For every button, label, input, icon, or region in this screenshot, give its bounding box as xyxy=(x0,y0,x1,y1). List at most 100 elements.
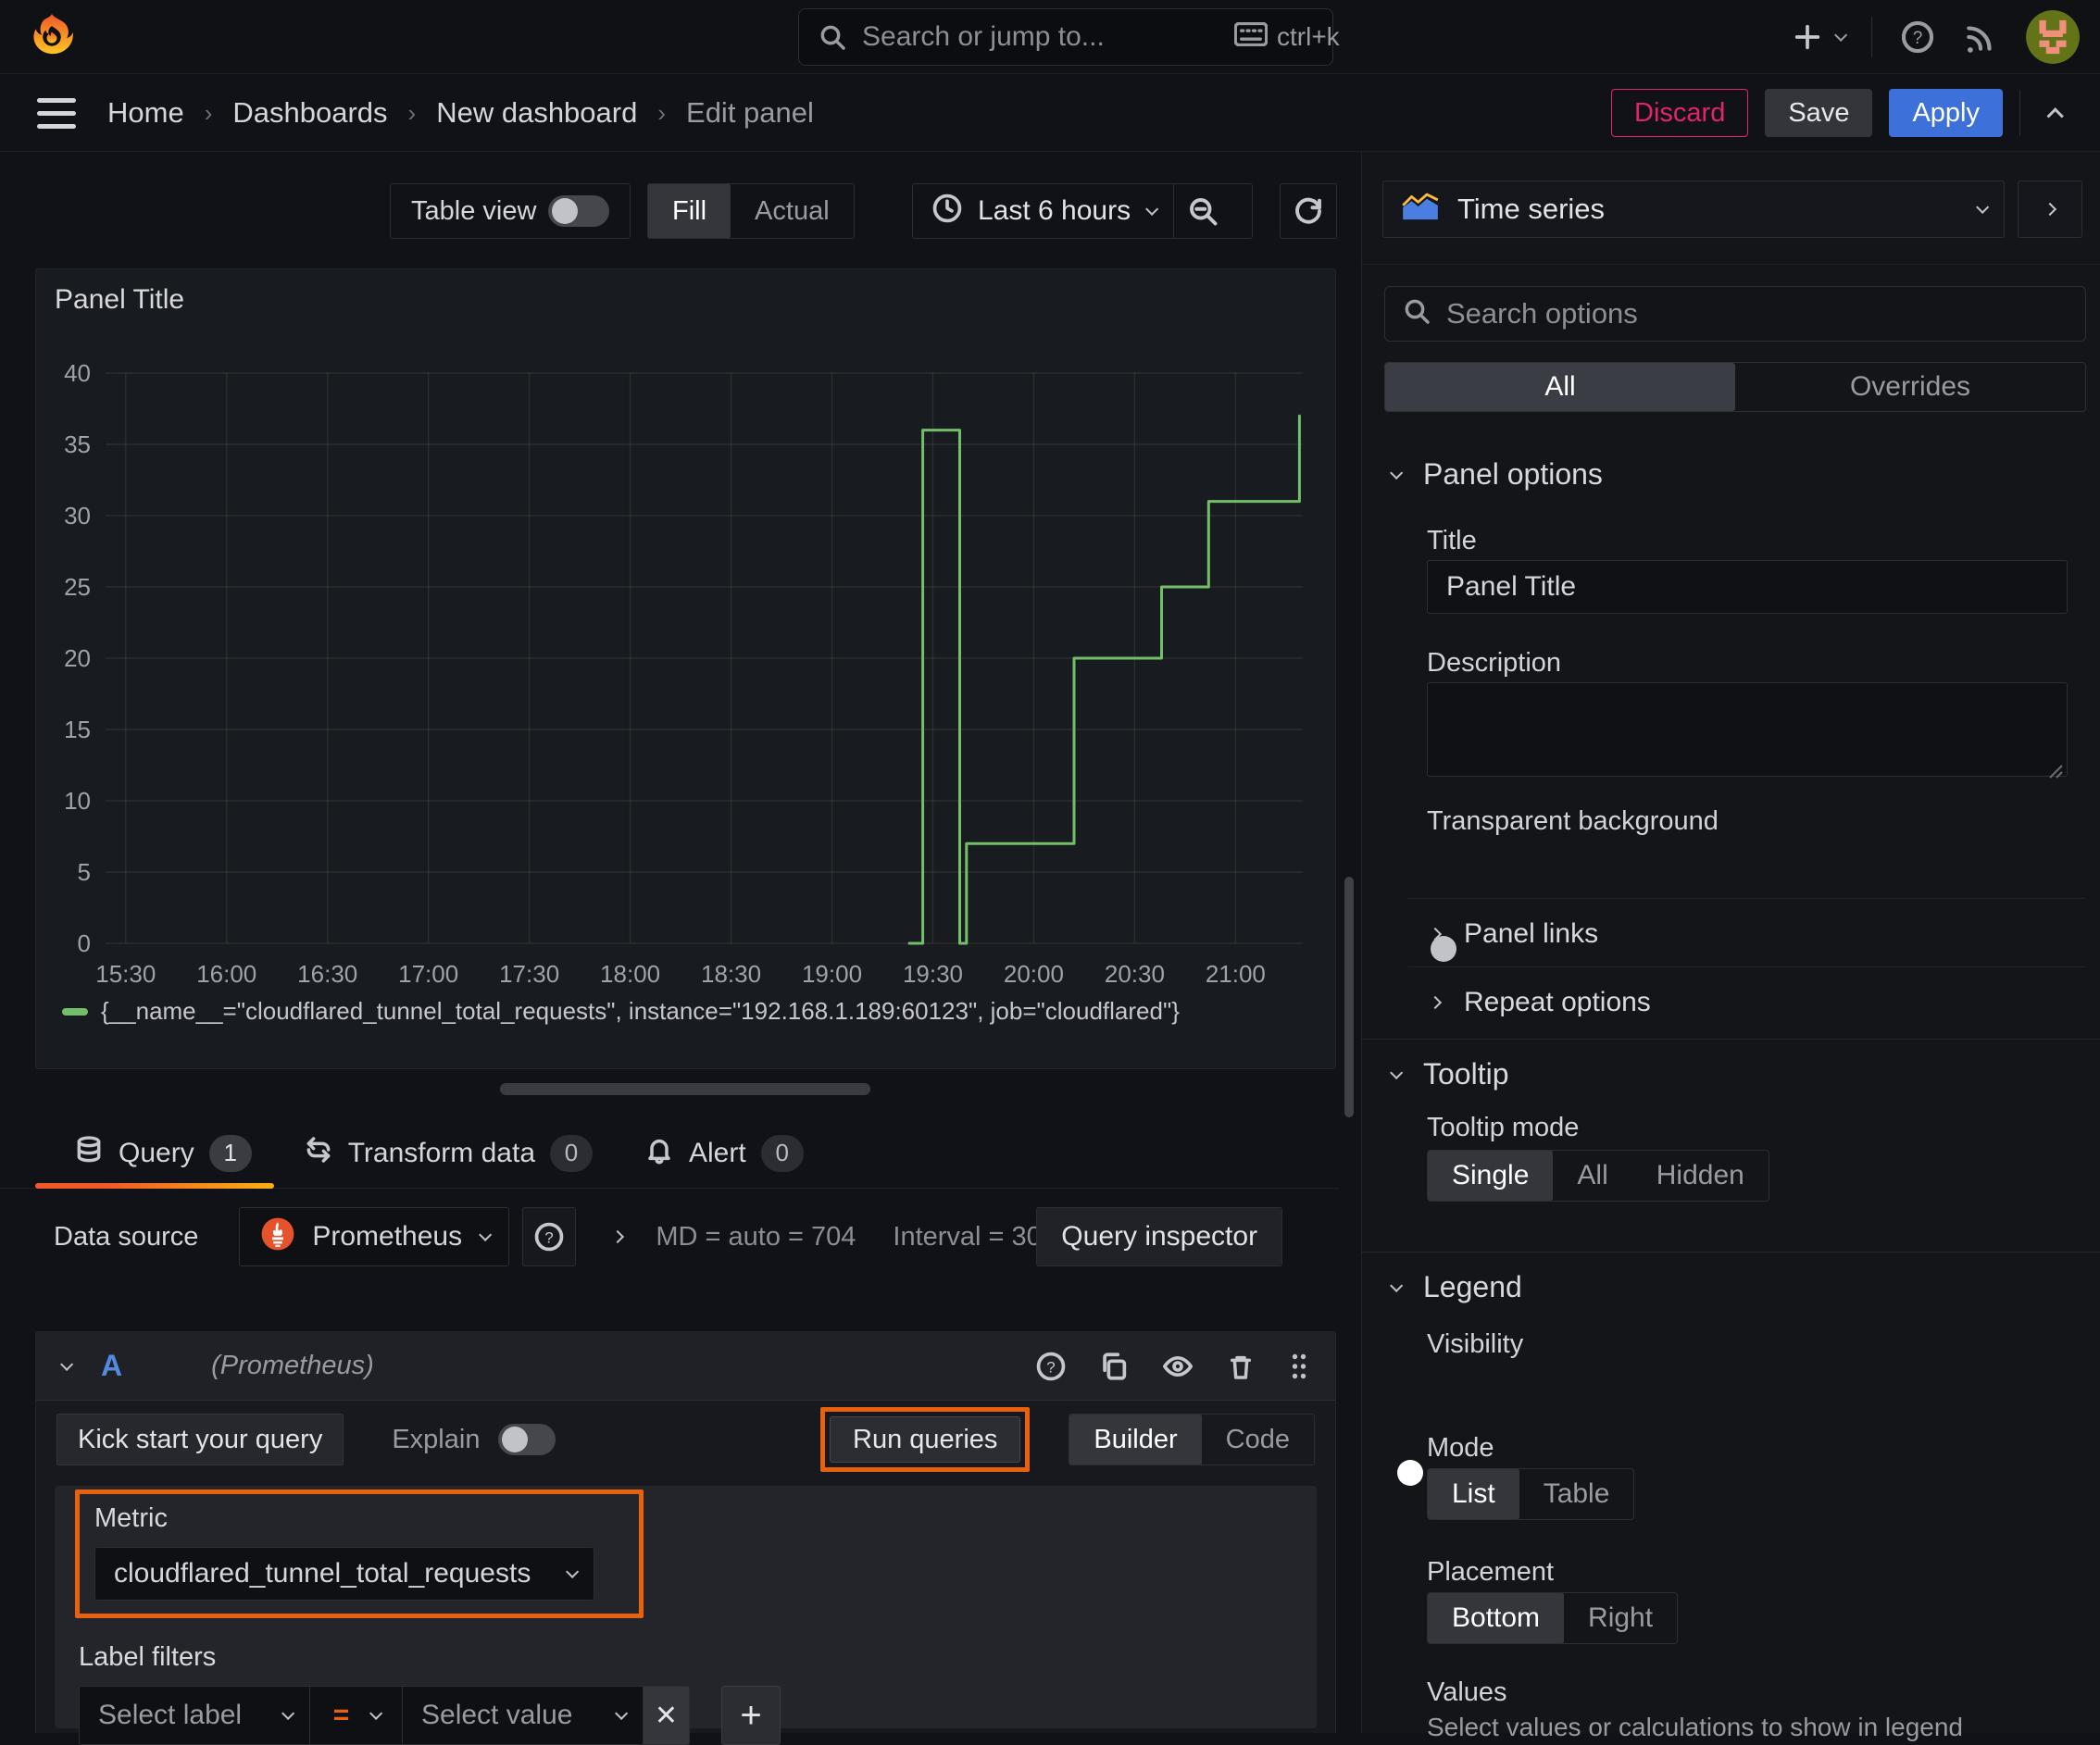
time-range-picker[interactable]: Last 6 hours xyxy=(913,184,1173,238)
tab-query[interactable]: Query 1 xyxy=(74,1134,252,1172)
collapse-header-chevron-up-icon[interactable] xyxy=(2037,106,2078,125)
operator-dropdown[interactable]: = xyxy=(310,1686,403,1745)
code-option[interactable]: Code xyxy=(1202,1415,1314,1465)
add-new-button[interactable] xyxy=(1792,21,1848,53)
panel-links-heading: Panel links xyxy=(1464,918,1599,949)
expand-options-chevron-right-icon[interactable] xyxy=(611,1229,625,1244)
search-icon xyxy=(818,22,847,52)
breadcrumb-home[interactable]: Home xyxy=(107,96,184,130)
svg-text:15: 15 xyxy=(64,716,91,743)
legend-mode-list-option[interactable]: List xyxy=(1428,1469,1519,1519)
chevron-down-icon xyxy=(369,1706,383,1720)
table-view-toggle[interactable] xyxy=(548,195,609,227)
legend-placement-bottom-option[interactable]: Bottom xyxy=(1428,1593,1565,1643)
time-range-label: Last 6 hours xyxy=(978,195,1131,226)
run-queries-button[interactable]: Run queries xyxy=(830,1416,1021,1463)
save-button[interactable]: Save xyxy=(1765,89,1873,137)
legend-series-label[interactable]: {__name__="cloudflared_tunnel_total_requ… xyxy=(101,997,1180,1026)
tooltip-all-option[interactable]: All xyxy=(1553,1151,1631,1201)
time-range-control: Last 6 hours xyxy=(912,183,1253,239)
options-search-box[interactable] xyxy=(1384,286,2086,342)
svg-text:30: 30 xyxy=(64,502,91,530)
user-avatar[interactable] xyxy=(2026,10,2080,64)
datasource-label: Data source xyxy=(54,1221,199,1252)
datasource-help-button[interactable]: ? xyxy=(522,1207,577,1266)
table-view-label: Table view xyxy=(411,195,537,226)
textarea-resize-handle-icon[interactable] xyxy=(2046,755,2063,779)
content-scrollbar[interactable] xyxy=(1344,877,1354,1117)
menu-hamburger-icon[interactable] xyxy=(37,97,76,129)
tab-all[interactable]: All xyxy=(1385,363,1735,411)
chevron-down-icon xyxy=(615,1706,629,1720)
interval-stat: Interval = 30s xyxy=(893,1221,1056,1252)
breadcrumb-new-dashboard[interactable]: New dashboard xyxy=(436,96,637,130)
svg-text:20: 20 xyxy=(64,644,91,672)
section-divider xyxy=(1408,966,2086,967)
collapse-options-pane-button[interactable] xyxy=(2018,181,2082,238)
tab-transform-label: Transform data xyxy=(347,1137,535,1168)
actual-option[interactable]: Actual xyxy=(731,184,854,238)
panel-title-input[interactable] xyxy=(1427,560,2068,614)
chart-legend[interactable]: {__name__="cloudflared_tunnel_total_requ… xyxy=(62,997,1180,1026)
delete-query-trash-icon[interactable] xyxy=(1226,1351,1256,1382)
datasource-picker[interactable]: Prometheus xyxy=(239,1207,510,1266)
help-icon[interactable]: ? xyxy=(1900,19,1935,55)
tab-query-count-badge: 1 xyxy=(208,1134,252,1172)
tooltip-mode-switch: Single All Hidden xyxy=(1427,1150,1769,1202)
tab-overrides[interactable]: Overrides xyxy=(1735,363,2085,411)
operator-value: = xyxy=(332,1700,350,1730)
tooltip-single-option[interactable]: Single xyxy=(1428,1151,1554,1201)
tooltip-section-header[interactable]: Tooltip xyxy=(1390,1057,1509,1091)
time-series-viz-icon xyxy=(1402,192,1439,228)
query-toolbar: Kick start your query Explain Run querie… xyxy=(36,1401,1335,1478)
svg-text:21:00: 21:00 xyxy=(1206,960,1266,988)
builder-option[interactable]: Builder xyxy=(1069,1415,1202,1465)
collapse-query-chevron-icon[interactable] xyxy=(60,1357,74,1371)
zoom-out-button[interactable] xyxy=(1174,184,1231,238)
active-tab-underline xyxy=(35,1183,274,1189)
tab-transform-data[interactable]: Transform data 0 xyxy=(304,1134,593,1172)
tab-alert[interactable]: Alert 0 xyxy=(644,1134,804,1172)
global-search-bar[interactable]: ctrl+k xyxy=(798,8,1340,66)
repeat-options-section-header[interactable]: Repeat options xyxy=(1428,987,1651,1018)
news-rss-icon[interactable] xyxy=(1963,19,1998,55)
visualization-picker[interactable]: Time series xyxy=(1382,181,2005,238)
panel-options-section-header[interactable]: Panel options xyxy=(1390,457,1603,492)
query-inspector-button[interactable]: Query inspector xyxy=(1036,1207,1283,1266)
select-value-placeholder: Select value xyxy=(421,1700,573,1730)
legend-mode-table-option[interactable]: Table xyxy=(1519,1469,1634,1519)
select-label-dropdown[interactable]: Select label xyxy=(79,1686,310,1745)
refresh-button[interactable] xyxy=(1280,183,1337,239)
discard-button[interactable]: Discard xyxy=(1611,89,1749,137)
metric-select-dropdown[interactable]: cloudflared_tunnel_total_requests xyxy=(94,1547,594,1601)
panel-links-section-header[interactable]: Panel links xyxy=(1428,918,1599,950)
panel-options-sidebar: Time series All Overrides Panel options … xyxy=(1361,152,2100,1741)
tooltip-hidden-option[interactable]: Hidden xyxy=(1632,1151,1769,1201)
select-value-dropdown[interactable]: Select value xyxy=(403,1686,644,1745)
keyboard-icon xyxy=(1233,21,1269,53)
query-row-header[interactable]: A (Prometheus) ? xyxy=(36,1332,1335,1401)
legend-placement-right-option[interactable]: Right xyxy=(1564,1593,1677,1643)
time-series-chart[interactable]: 0 5 10 15 20 25 30 35 40 15:30 16:00 16:30 17:00 17:3… xyxy=(36,269,1335,991)
apply-button[interactable]: Apply xyxy=(1889,89,2003,137)
explain-toggle[interactable] xyxy=(498,1424,556,1455)
query-datasource-hint: (Prometheus) xyxy=(211,1351,374,1380)
global-search-input[interactable] xyxy=(862,21,1219,53)
panel-resize-handle[interactable] xyxy=(500,1083,870,1095)
fill-option[interactable]: Fill xyxy=(648,184,731,238)
time-series-panel[interactable]: Panel Title 0 5 10 15 20 25 30 35 40 15:30 16:00 16… xyxy=(35,268,1336,1069)
query-help-icon[interactable]: ? xyxy=(1035,1351,1067,1382)
panel-description-textarea[interactable] xyxy=(1427,682,2068,779)
grafana-logo-icon[interactable] xyxy=(28,11,76,63)
duplicate-query-icon[interactable] xyxy=(1098,1351,1130,1382)
drag-query-handle-icon[interactable] xyxy=(1287,1350,1311,1383)
remove-filter-button[interactable]: ✕ xyxy=(644,1686,690,1745)
breadcrumb-dashboards[interactable]: Dashboards xyxy=(232,96,387,130)
kick-start-query-button[interactable]: Kick start your query xyxy=(56,1414,344,1465)
breadcrumb-separator: › xyxy=(657,98,667,127)
toggle-query-visibility-eye-icon[interactable] xyxy=(1161,1351,1194,1382)
add-filter-button[interactable]: + xyxy=(721,1686,781,1745)
options-search-input[interactable] xyxy=(1446,297,2069,330)
svg-text:18:30: 18:30 xyxy=(701,960,761,988)
legend-section-header[interactable]: Legend xyxy=(1390,1270,1522,1304)
